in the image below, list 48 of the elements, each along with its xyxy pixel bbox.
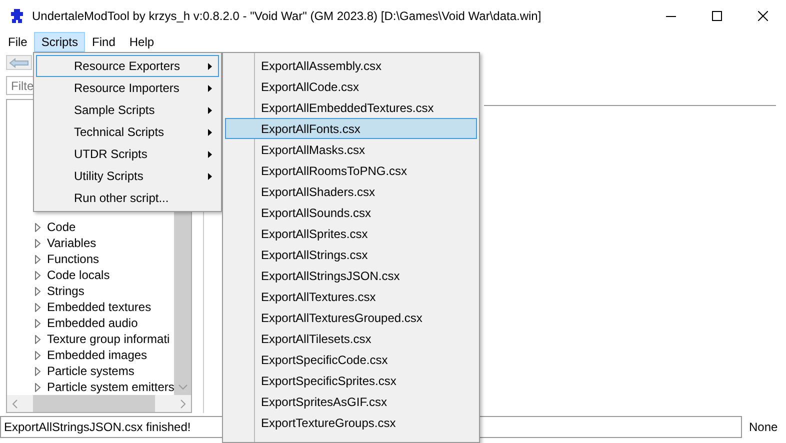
close-icon — [758, 11, 768, 21]
menu-item[interactable]: UTDR Scripts — [36, 143, 219, 165]
tree-item[interactable]: Particle systems — [47, 364, 134, 378]
menu-item[interactable]: ExportSpritesAsGIF.csx — [225, 391, 477, 412]
status-text: None — [749, 420, 778, 434]
tree-item[interactable]: Functions — [47, 252, 100, 266]
menu-item[interactable]: Resource Exporters — [36, 55, 219, 77]
menu-item[interactable]: Run other script... — [36, 187, 219, 209]
menu-item[interactable]: ExportAllStringsJSON.csx — [225, 265, 477, 286]
menu-item[interactable]: ExportAllSounds.csx — [225, 202, 477, 223]
menu-item[interactable]: Resource Importers — [36, 77, 219, 99]
menu-item[interactable]: ExportAllMasks.csx — [225, 139, 477, 160]
menu-item[interactable]: Technical Scripts — [36, 121, 219, 143]
tree-item[interactable]: Particle system emitters — [47, 380, 174, 394]
tree-item[interactable]: Code locals — [47, 268, 110, 282]
tree-item[interactable]: Embedded textures — [47, 300, 152, 314]
menu-item[interactable]: Find — [85, 32, 122, 52]
horizontal-scrollbar[interactable] — [7, 395, 191, 412]
menu-item[interactable]: ExportAllShaders.csx — [225, 181, 477, 202]
menu-item[interactable]: ExportAllTextures.csx — [225, 286, 477, 307]
scroll-left-icon[interactable] — [11, 398, 19, 408]
tree-item[interactable]: Embedded images — [47, 348, 148, 362]
tree-item[interactable]: Variables — [47, 236, 96, 250]
tree-item[interactable]: Code — [47, 220, 76, 234]
menu-item[interactable]: ExportAllSprites.csx — [225, 223, 477, 244]
window-title: UndertaleModTool by krzys_h v:0.8.2.0 - "Void War" (GM 2023.8) [D:\Games\Void War\data.win] — [32, 9, 542, 23]
menu-item[interactable]: ExportAllStrings.csx — [225, 244, 477, 265]
tree-item[interactable]: Embedded audio — [47, 316, 138, 330]
menu-item[interactable]: Help — [122, 32, 162, 52]
menu-item[interactable]: ExportSpecificSprites.csx — [225, 370, 477, 391]
menu-item[interactable]: Utility Scripts — [36, 165, 219, 187]
menu-item[interactable]: ExportAllRoomsToPNG.csx — [225, 160, 477, 181]
app-icon — [10, 8, 24, 24]
maximize-icon — [712, 11, 722, 21]
menu-item[interactable]: ExportAllCode.csx — [225, 76, 477, 97]
scroll-right-icon[interactable] — [179, 398, 187, 408]
menu-item[interactable]: ExportAllAssembly.csx — [225, 55, 477, 76]
tree-item[interactable]: Texture group informati — [47, 332, 170, 346]
menu-item[interactable]: Sample Scripts — [36, 99, 219, 121]
menu-item[interactable]: Scripts — [34, 32, 86, 52]
menu-item[interactable]: ExportAllTilesets.csx — [225, 328, 477, 349]
menu-item[interactable]: ExportAllTexturesGrouped.csx — [225, 307, 477, 328]
back-button[interactable] — [6, 55, 32, 70]
tree-item[interactable]: Strings — [47, 284, 84, 298]
menu-item[interactable]: ExportAllFonts.csx — [225, 118, 477, 139]
menu-item[interactable]: File — [1, 32, 34, 52]
menu-item[interactable]: ExportAllEmbeddedTextures.csx — [225, 97, 477, 118]
menu-item[interactable]: ExportSpecificCode.csx — [225, 349, 477, 370]
